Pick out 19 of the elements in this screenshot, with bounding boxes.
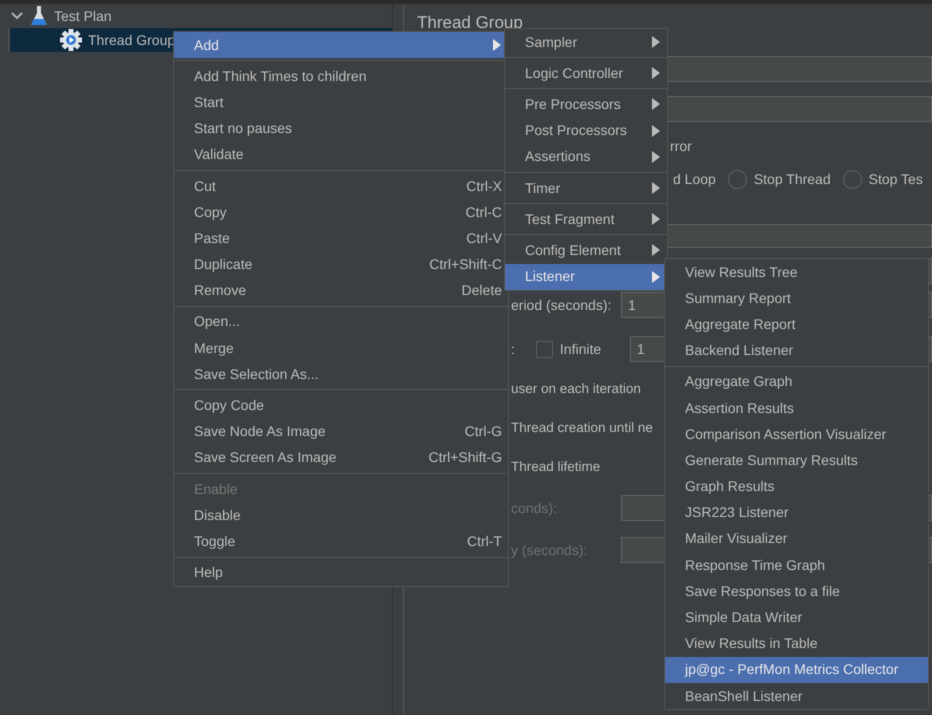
- option-label: user on each iteration: [511, 380, 641, 398]
- radio-label: Stop Tes: [868, 170, 923, 189]
- option-label: Thread lifetime: [511, 458, 600, 476]
- radio-label: d Loop: [673, 170, 716, 189]
- shortcut-label: Ctrl+Shift-G: [427, 448, 502, 468]
- group-legend: rror: [670, 136, 692, 156]
- shortcut-label: Delete: [460, 281, 502, 300]
- shortcut-label: Ctrl-V: [465, 228, 502, 248]
- radio-label: Stop Thread: [754, 170, 831, 189]
- shortcut-label: Ctrl-G: [464, 422, 502, 442]
- shortcut-label: Ctrl-C: [464, 202, 502, 222]
- field-label: :: [511, 340, 515, 358]
- shortcut-label: Ctrl-X: [465, 176, 502, 196]
- checkbox-label: Infinite: [560, 340, 602, 358]
- field-label: eriod (seconds):: [511, 296, 612, 315]
- option-label: Thread creation until ne: [511, 419, 653, 437]
- shortcut-label: Ctrl-T: [466, 532, 502, 551]
- panel-title: Thread Group: [417, 12, 524, 34]
- shortcut-label: Ctrl+Shift-C: [428, 255, 502, 274]
